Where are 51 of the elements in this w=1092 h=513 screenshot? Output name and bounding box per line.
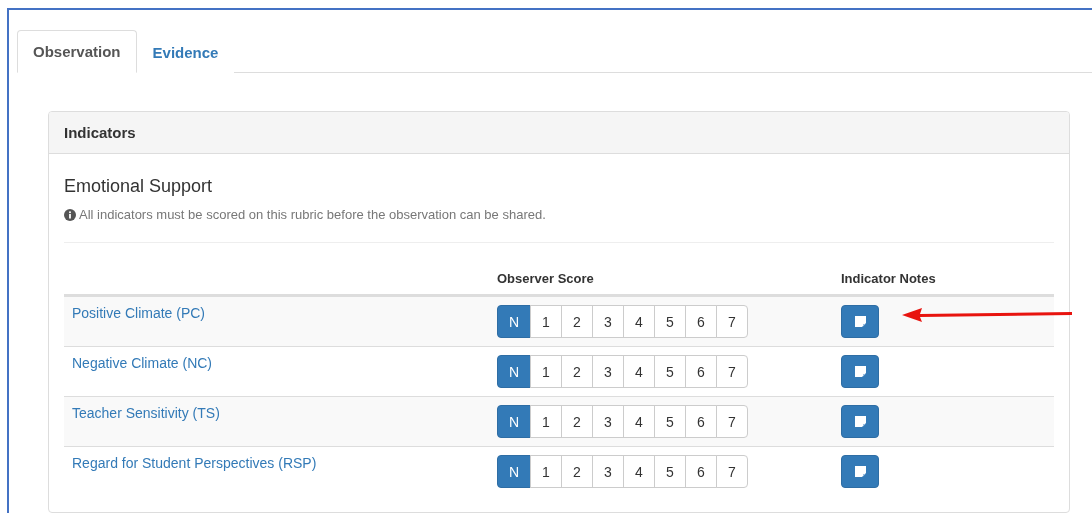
indicator-link[interactable]: Positive Climate (PC)	[72, 305, 206, 321]
score-button[interactable]: 6	[685, 355, 717, 388]
score-button[interactable]: 5	[654, 305, 686, 338]
note-icon	[854, 316, 866, 327]
score-button[interactable]: N	[497, 455, 531, 488]
score-button[interactable]: 2	[561, 305, 593, 338]
score-button[interactable]: 5	[654, 355, 686, 388]
score-button[interactable]: N	[497, 305, 531, 338]
indicator-link[interactable]: Regard for Student Perspectives (RSP)	[72, 455, 317, 471]
score-button[interactable]: N	[497, 355, 531, 388]
notes-button[interactable]	[841, 405, 879, 438]
score-button[interactable]: 5	[654, 405, 686, 438]
score-button[interactable]: 3	[592, 455, 624, 488]
score-button[interactable]: 7	[716, 355, 748, 388]
info-note: All indicators must be scored on this rubric before the observation can be shared.	[79, 207, 546, 222]
score-button[interactable]: 2	[561, 455, 593, 488]
score-button[interactable]: 4	[623, 305, 655, 338]
score-button[interactable]: 4	[623, 455, 655, 488]
score-button[interactable]: 6	[685, 405, 717, 438]
score-button[interactable]: 7	[716, 405, 748, 438]
info-icon	[64, 208, 76, 221]
note-icon	[854, 416, 866, 427]
score-button[interactable]: 1	[530, 305, 562, 338]
indicator-link[interactable]: Teacher Sensitivity (TS)	[72, 405, 220, 421]
panel-title: Indicators	[49, 112, 1069, 154]
score-button[interactable]: 5	[654, 455, 686, 488]
score-button[interactable]: 3	[592, 305, 624, 338]
score-button[interactable]: N	[497, 405, 531, 438]
notes-button[interactable]	[841, 355, 879, 388]
note-icon	[854, 466, 866, 477]
score-button[interactable]: 4	[623, 405, 655, 438]
column-header: Observer Score	[497, 271, 595, 286]
score-button[interactable]: 7	[716, 455, 748, 488]
score-button[interactable]: 7	[716, 305, 748, 338]
score-button[interactable]: 2	[561, 405, 593, 438]
score-button[interactable]: 1	[530, 355, 562, 388]
score-button[interactable]: 3	[592, 355, 624, 388]
section-heading: Emotional Support	[64, 176, 214, 197]
score-button[interactable]: 2	[561, 355, 593, 388]
notes-button[interactable]	[841, 305, 879, 338]
note-icon	[854, 366, 866, 377]
column-header: Indicator Notes	[841, 271, 937, 286]
score-button[interactable]: 1	[530, 405, 562, 438]
score-button[interactable]: 1	[530, 455, 562, 488]
notes-button[interactable]	[841, 455, 879, 488]
score-button[interactable]: 6	[685, 455, 717, 488]
score-button[interactable]: 4	[623, 355, 655, 388]
tab[interactable]: Observation	[17, 30, 137, 73]
indicator-link[interactable]: Negative Climate (NC)	[72, 355, 213, 371]
score-button[interactable]: 3	[592, 405, 624, 438]
score-button[interactable]: 6	[685, 305, 717, 338]
